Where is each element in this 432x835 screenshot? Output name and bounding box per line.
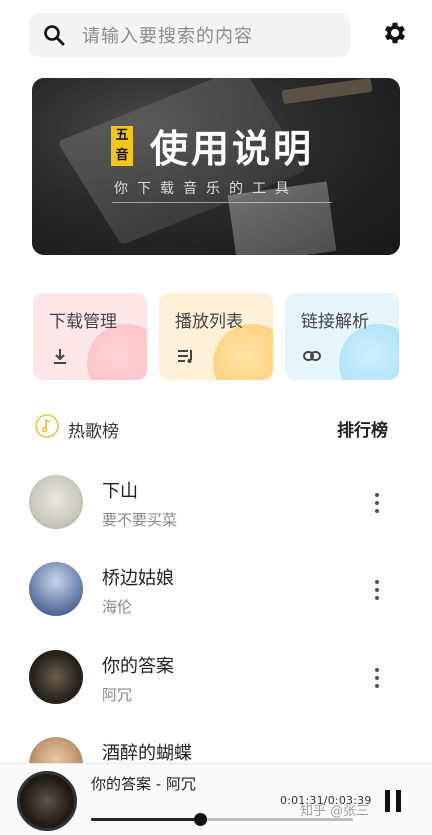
music-note-icon: [35, 414, 59, 438]
banner-subtitle: 你下载音乐的工具: [114, 181, 298, 197]
link-parse-card[interactable]: 链接解析: [285, 293, 399, 380]
watermark: 知乎 @张三: [300, 804, 370, 819]
song-cover: [29, 650, 83, 704]
song-artist: 阿冗: [102, 686, 133, 704]
progress-handle[interactable]: [193, 813, 207, 826]
hot-songs-header: 热歌榜 排行榜: [35, 414, 390, 442]
now-playing-cover[interactable]: [17, 771, 77, 831]
song-title: 桥边姑娘: [102, 568, 174, 589]
banner-badge: 五 音: [111, 126, 133, 166]
search-icon: [44, 25, 65, 46]
mini-player[interactable]: 你的答案 - 阿冗 0:01:31/0:03:39: [0, 763, 432, 835]
search-bar[interactable]: 请输入要搜索的内容: [29, 13, 350, 57]
instructions-banner[interactable]: 五 音 使用说明 你下载音乐的工具: [32, 78, 400, 255]
playlist-card[interactable]: 播放列表: [159, 293, 273, 380]
song-title: 下山: [102, 481, 138, 502]
hot-songs-label: 热歌榜: [68, 422, 119, 442]
more-options-icon[interactable]: [369, 666, 385, 690]
rankings-link[interactable]: 排行榜: [337, 416, 388, 441]
download-manager-card[interactable]: 下载管理: [33, 293, 147, 380]
download-icon: [54, 349, 66, 364]
card-label: 下载管理: [49, 312, 117, 332]
pause-icon[interactable]: [385, 790, 403, 812]
more-options-icon[interactable]: [369, 491, 385, 515]
progress-fill: [91, 818, 200, 821]
song-cover: [29, 475, 83, 529]
playlist-icon: [178, 350, 192, 363]
song-cover: [29, 562, 83, 616]
now-playing-title: 你的答案 - 阿冗: [91, 775, 196, 793]
song-title: 酒醉的蝴蝶: [102, 743, 192, 764]
more-options-icon[interactable]: [369, 578, 385, 602]
song-title: 你的答案: [102, 656, 174, 677]
song-artist: 海伦: [102, 598, 133, 616]
list-item[interactable]: 你的答案 阿冗: [0, 650, 432, 730]
card-label: 链接解析: [301, 312, 369, 332]
gear-icon[interactable]: [381, 19, 409, 47]
search-input[interactable]: 请输入要搜索的内容: [82, 22, 253, 48]
list-item[interactable]: 桥边姑娘 海伦: [0, 562, 432, 642]
list-item[interactable]: 下山 要不要买菜: [0, 475, 432, 555]
banner-title: 使用说明: [150, 127, 315, 171]
song-artist: 要不要买菜: [102, 511, 178, 529]
link-icon: [303, 351, 321, 361]
banner-divider: [112, 202, 332, 203]
card-label: 播放列表: [175, 312, 243, 332]
